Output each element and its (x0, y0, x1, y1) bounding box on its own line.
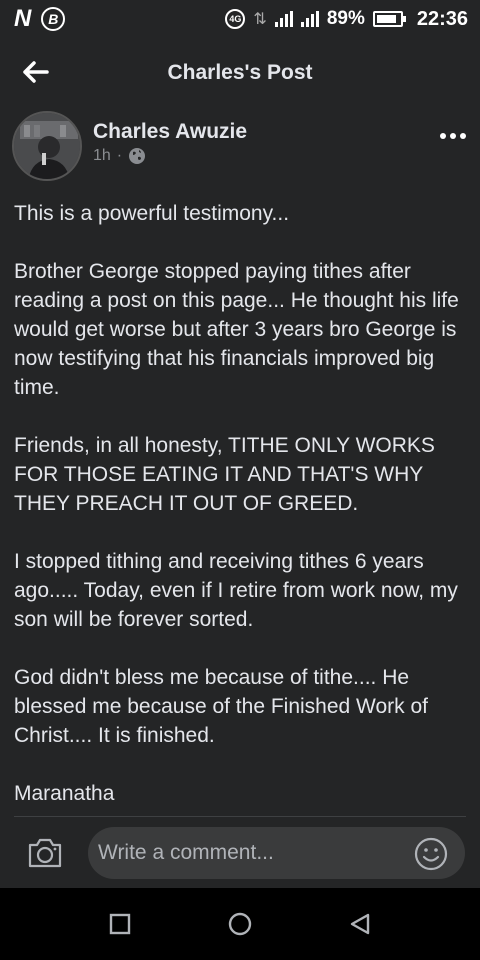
post-paragraph: Brother George stopped paying tithes aft… (14, 260, 459, 399)
status-time: 22:36 (416, 7, 468, 30)
post-paragraph: God didn't bless me because of tithe....… (14, 666, 429, 747)
more-dot-icon (460, 133, 466, 139)
post-paragraph: I stopped tithing and receiving tithes 6… (14, 550, 458, 631)
post-time[interactable]: 1h (93, 147, 111, 165)
b-icon: B (41, 7, 66, 31)
back-nav-button[interactable] (342, 906, 378, 942)
n-icon: N (14, 5, 32, 32)
network-type-icon: 4G (225, 9, 246, 29)
post-paragraph: This is a powerful testimony... (14, 202, 290, 225)
battery-percentage: 89% (326, 8, 365, 29)
page-title: Charles's Post (167, 61, 313, 84)
emoji-button[interactable] (414, 837, 448, 871)
more-dot-icon (440, 133, 446, 139)
meta-separator: · (116, 147, 123, 164)
avatar-image (14, 113, 80, 179)
more-dot-icon (450, 133, 456, 139)
home-button[interactable] (222, 906, 258, 942)
post-body: This is a powerful testimony... Brother … (14, 199, 472, 815)
camera-button[interactable] (27, 837, 63, 869)
system-nav-bar (0, 888, 480, 960)
comment-input[interactable] (88, 827, 465, 879)
globe-icon (129, 148, 146, 164)
avatar[interactable] (12, 111, 82, 181)
battery-icon (372, 11, 406, 27)
post-meta: 1h · (93, 147, 146, 165)
post-header: Charles Awuzie 1h · (0, 108, 480, 188)
status-bar: N B 4G ⇅ 89% 22:36 (0, 0, 480, 38)
author-name[interactable]: Charles Awuzie (93, 120, 247, 144)
status-right-icons: 4G ⇅ 89% 22:36 (225, 6, 468, 32)
app-header: Charles's Post (0, 38, 480, 108)
emoji-icon (414, 837, 448, 871)
camera-icon (28, 838, 62, 868)
data-transfer-icon: ⇅ (253, 11, 267, 28)
signal-strength-icon (274, 11, 293, 27)
square-icon (109, 913, 131, 935)
circle-icon (228, 912, 252, 936)
post-paragraph: Maranatha (14, 782, 115, 805)
status-left-icons: N B (14, 5, 66, 32)
post-paragraph: Friends, in all honesty, TITHE ONLY WORK… (14, 434, 435, 515)
triangle-back-icon (350, 913, 370, 935)
comment-bar (0, 817, 480, 888)
more-options-button[interactable] (438, 126, 468, 146)
recents-button[interactable] (102, 906, 138, 942)
signal-strength-icon-2 (300, 11, 319, 27)
